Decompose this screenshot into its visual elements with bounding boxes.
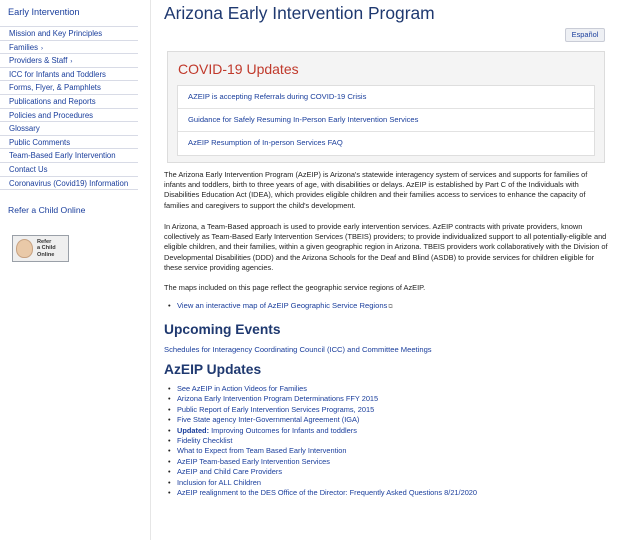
list-item[interactable]: Five State agency Inter-Governmental Agr… — [168, 415, 607, 425]
intro-paragraph: The Arizona Early Intervention Program (… — [164, 170, 588, 210]
item-text: Five State agency Inter-Governmental Agr… — [177, 415, 360, 425]
covid-link-faq[interactable]: AzEIP Resumption of In-person Services F… — [178, 132, 594, 155]
sidebar-item-label: Public Comments — [9, 137, 71, 147]
list-item[interactable]: AzEIP realignment to the DES Office of t… — [168, 487, 607, 498]
covid-link-referrals[interactable]: AZEIP is accepting Referrals during COVI… — [178, 86, 594, 109]
sidebar-item-policies[interactable]: Policies and Procedures — [0, 109, 138, 123]
sidebar-item-glossary[interactable]: Glossary — [0, 122, 138, 136]
sidebar-item-icc[interactable]: ICC for Infants and Toddlers — [0, 68, 138, 82]
sidebar-item-providers-staff[interactable]: Providers & Staff › — [0, 54, 138, 68]
sidebar-item-forms[interactable]: Forms, Flyer, & Pamphlets — [0, 81, 138, 95]
list-item[interactable]: Fidelity Checklist — [168, 435, 607, 446]
sidebar-item-label: Glossary — [9, 124, 40, 134]
sidebar-item-families[interactable]: Families › — [0, 41, 138, 55]
sidebar-item-label: Families — [9, 42, 39, 52]
item-text: Inclusion for ALL Children — [177, 477, 261, 487]
list-item[interactable]: Arizona Early Intervention Program Deter… — [168, 394, 607, 404]
page-title: Arizona Early Intervention Program — [164, 3, 435, 23]
azeip-updates-heading: AzEIP Updates — [164, 362, 262, 377]
item-text: Public Report of Early Intervention Serv… — [177, 404, 375, 414]
chevron-right-icon: › — [70, 59, 73, 66]
sidebar-item-label: Mission and Key Principles — [9, 29, 103, 38]
sidebar-item-mission[interactable]: Mission and Key Principles — [0, 27, 138, 41]
item-text: What to Expect from Team Based Early Int… — [177, 446, 347, 456]
refer-child-link[interactable]: Refer a Child Online — [8, 205, 98, 216]
updates-list: See AzEIP in Action Videos for Families … — [168, 384, 607, 498]
chevron-right-icon: › — [41, 45, 44, 52]
icc-schedules-link[interactable]: Schedules for Interagency Coordinating C… — [164, 345, 432, 354]
sidebar-item-label: ICC for Infants and Toddlers — [9, 69, 106, 79]
sidebar-item-label: Contact Us — [9, 164, 48, 174]
sidebar-item-label: Policies and Procedures — [9, 110, 94, 120]
main-content: Arizona Early Intervention Program Españ… — [150, 0, 615, 540]
link-text: View an interactive map of AzEIP Geograp… — [177, 301, 388, 310]
item-text: AzEIP realignment to the DES Office of t… — [177, 487, 478, 497]
sidebar-item-team-based[interactable]: Team-Based Early Intervention — [0, 149, 138, 163]
item-text: See AzEIP in Action Videos for Families — [177, 384, 307, 393]
item-prefix: Updated: — [177, 425, 210, 435]
list-item[interactable]: Updated: Improving Outcomes for Infants … — [168, 425, 607, 436]
covid-links-list: AZEIP is accepting Referrals during COVI… — [177, 85, 595, 156]
list-item[interactable]: What to Expect from Team Based Early Int… — [168, 446, 607, 456]
sidebar: Early Intervention Mission and Key Princ… — [0, 0, 138, 540]
sidebar-item-publications[interactable]: Publications and Reports — [0, 95, 138, 109]
espanol-button[interactable]: Español — [565, 28, 605, 42]
sidebar-item-label: Coronavirus (Covid19) Information — [9, 178, 129, 188]
item-text: Fidelity Checklist — [177, 435, 233, 445]
covid-updates-panel: COVID-19 Updates AZEIP is accepting Refe… — [167, 51, 605, 163]
baby-photo-icon — [16, 239, 33, 258]
list-item[interactable]: Inclusion for ALL Children — [168, 477, 607, 488]
maps-paragraph: The maps included on this page reflect t… — [164, 283, 426, 292]
upcoming-events-heading: Upcoming Events — [164, 322, 281, 337]
sidebar-item-coronavirus[interactable]: Coronavirus (Covid19) Information — [0, 177, 138, 191]
refer-child-badge[interactable]: Refer a Child Online — [12, 235, 69, 262]
covid-link-guidance[interactable]: Guidance for Safely Resuming In-Person E… — [178, 109, 594, 132]
badge-line: Online — [37, 251, 55, 258]
sidebar-item-label: Publications and Reports — [9, 96, 96, 106]
item-text: AzEIP and Child Care Providers — [177, 467, 283, 477]
list-item[interactable]: AzEIP Team-based Early Intervention Serv… — [168, 456, 607, 467]
list-item[interactable]: See AzEIP in Action Videos for Families — [168, 384, 607, 394]
list-item[interactable]: Public Report of Early Intervention Serv… — [168, 404, 607, 415]
sidebar-item-contact[interactable]: Contact Us — [0, 163, 138, 177]
sidebar-nav: Mission and Key Principles Families › Pro… — [0, 26, 138, 191]
sidebar-item-label: Providers & Staff — [9, 56, 68, 66]
badge-text: Refer a Child Online — [37, 239, 56, 258]
item-text: Arizona Early Intervention Program Deter… — [177, 394, 379, 404]
sidebar-item-public-comments[interactable]: Public Comments — [0, 136, 138, 150]
external-link-icon: ⧉ — [388, 304, 393, 310]
sidebar-item-label: Team-Based Early Intervention — [9, 151, 116, 161]
sidebar-item-label: Forms, Flyer, & Pamphlets — [9, 83, 101, 93]
list-item[interactable]: AzEIP and Child Care Providers — [168, 467, 607, 477]
item-text: AzEIP Team-based Early Intervention Serv… — [177, 456, 330, 466]
team-based-paragraph: In Arizona, a Team-Based approach is use… — [164, 222, 608, 272]
covid-updates-title: COVID-19 Updates — [178, 61, 299, 77]
item-text: Improving Outcomes for Infants and toddl… — [209, 425, 357, 435]
interactive-map-link[interactable]: View an interactive map of AzEIP Geograp… — [168, 301, 393, 311]
sidebar-title-link[interactable]: Early Intervention — [8, 7, 80, 17]
badge-line: a Child — [37, 245, 56, 252]
